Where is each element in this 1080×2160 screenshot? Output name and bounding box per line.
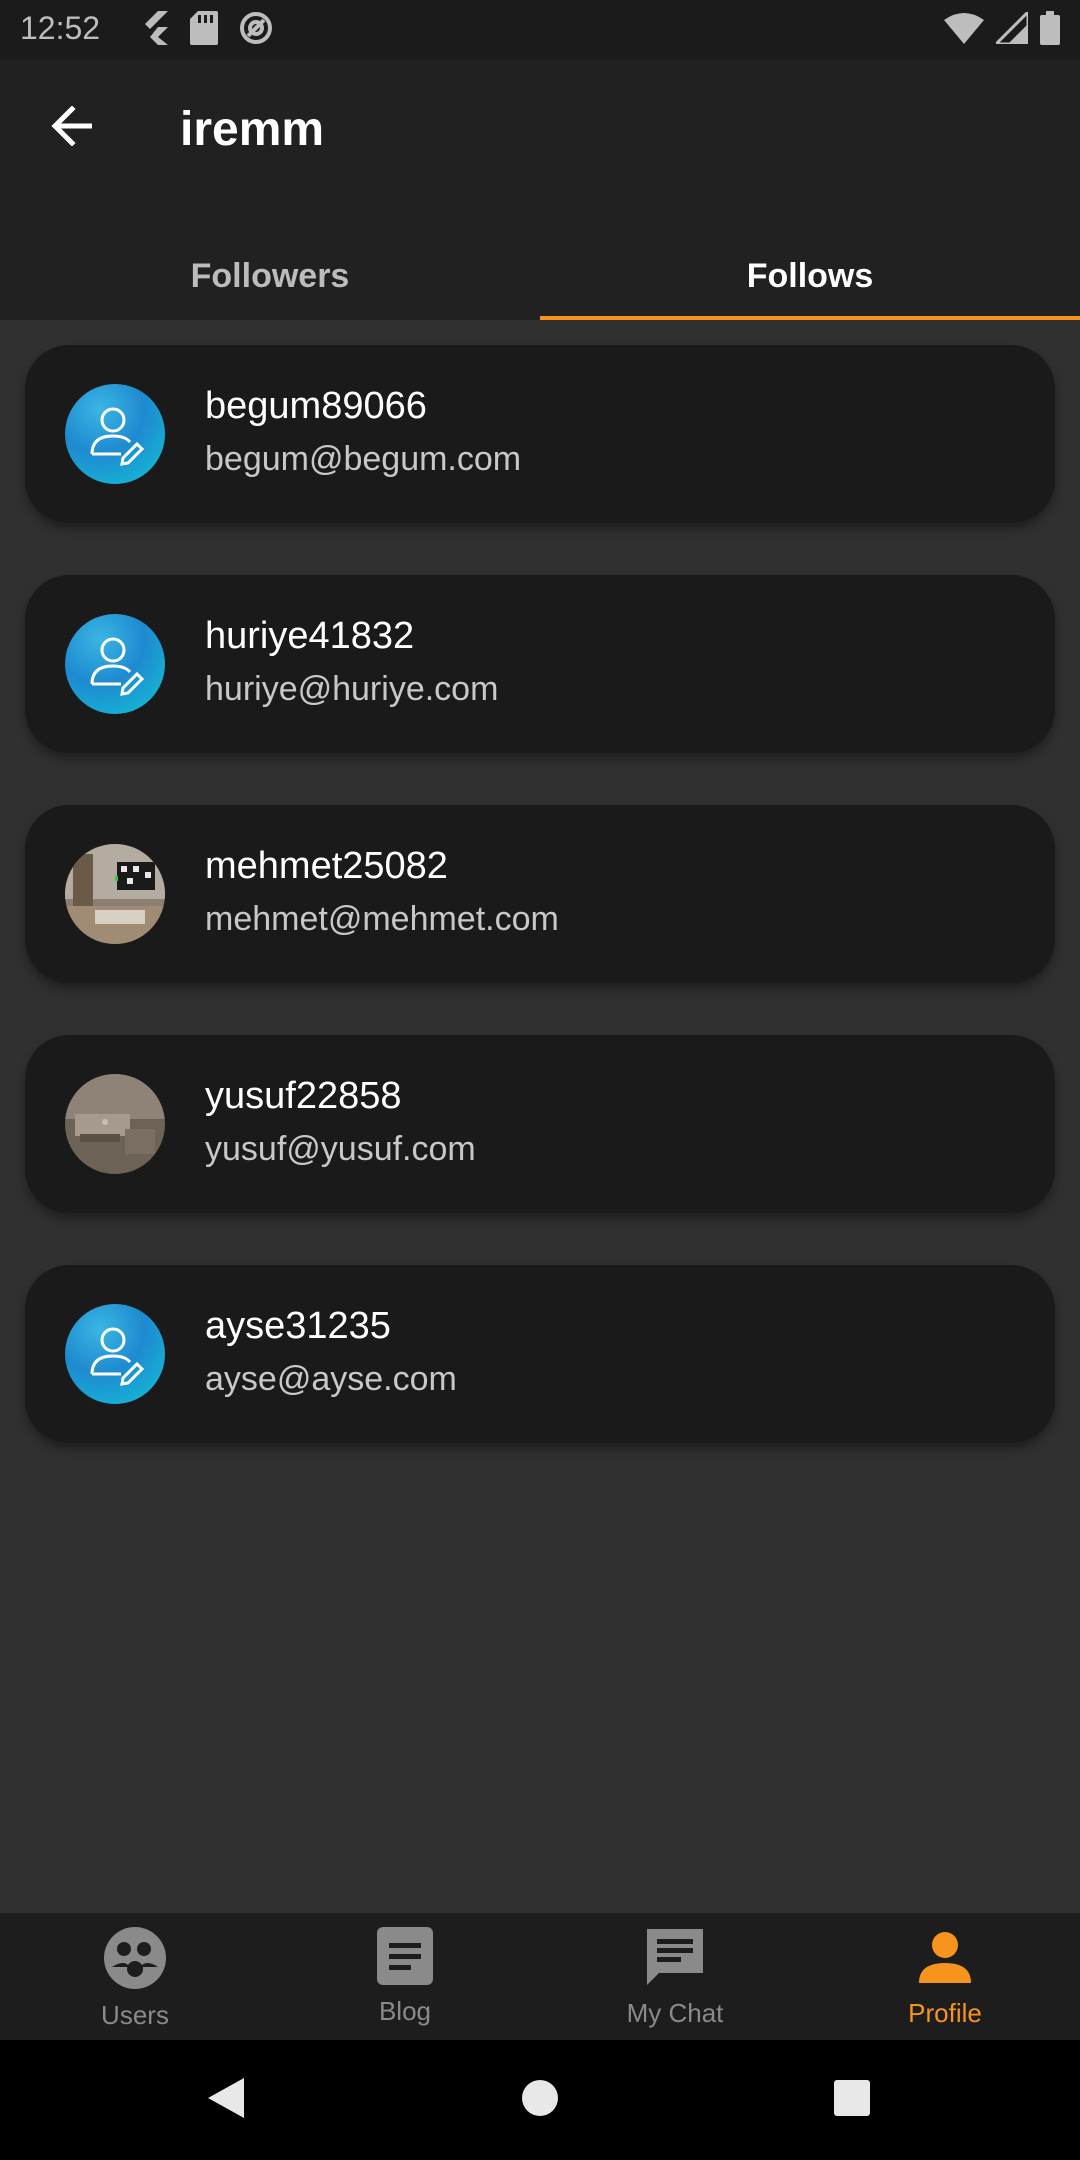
blog-icon bbox=[375, 1925, 435, 1992]
user-email: ayse@ayse.com bbox=[205, 1360, 457, 1398]
sync-icon bbox=[238, 10, 274, 51]
nav-label: Blog bbox=[378, 1996, 432, 2026]
square-recents-icon bbox=[832, 2078, 872, 2123]
user-edit-icon bbox=[90, 1327, 145, 1386]
bottom-navigation: Users Blog My Chat Profile bbox=[0, 1913, 1080, 2040]
sd-card-icon bbox=[190, 10, 218, 50]
tab-label: Followers bbox=[190, 257, 350, 295]
nav-my-chat[interactable]: My Chat bbox=[540, 1913, 810, 2040]
system-home-button[interactable] bbox=[510, 2070, 570, 2130]
list-item[interactable]: mehmet25082 mehmet@mehmet.com bbox=[25, 805, 1055, 983]
user-name: ayse31235 bbox=[205, 1305, 391, 1347]
signal-icon bbox=[992, 7, 1030, 49]
nav-label: Profile bbox=[908, 1998, 982, 2028]
wifi-icon bbox=[944, 12, 984, 49]
tab-bar: Followers Follows bbox=[0, 235, 1080, 320]
flutter-icon bbox=[140, 10, 170, 50]
nav-blog[interactable]: Blog bbox=[270, 1913, 540, 2040]
page-title: iremm bbox=[180, 103, 325, 156]
user-name: yusuf22858 bbox=[205, 1075, 402, 1117]
tab-follows[interactable]: Follows bbox=[540, 235, 1080, 320]
avatar bbox=[65, 614, 165, 714]
triangle-back-icon bbox=[206, 2076, 246, 2125]
nav-label: Users bbox=[101, 2000, 169, 2030]
user-name: mehmet25082 bbox=[205, 845, 448, 887]
avatar bbox=[65, 384, 165, 484]
user-email: mehmet@mehmet.com bbox=[205, 900, 559, 938]
tab-label: Follows bbox=[746, 257, 874, 295]
list-item[interactable]: yusuf22858 yusuf@yusuf.com bbox=[25, 1035, 1055, 1213]
tab-followers[interactable]: Followers bbox=[0, 235, 540, 320]
user-name: begum89066 bbox=[205, 385, 427, 427]
app-bar: iremm Followers Follows bbox=[0, 60, 1080, 320]
room-photo bbox=[65, 1074, 165, 1174]
back-button[interactable] bbox=[36, 92, 108, 164]
system-back-button[interactable] bbox=[196, 2070, 256, 2130]
avatar bbox=[65, 1304, 165, 1404]
chat-icon bbox=[643, 1925, 707, 1994]
system-navigation-bar bbox=[0, 2040, 1080, 2160]
avatar bbox=[65, 1074, 165, 1174]
system-recents-button[interactable] bbox=[822, 2070, 882, 2130]
user-email: begum@begum.com bbox=[205, 440, 522, 478]
circle-home-icon bbox=[520, 2078, 560, 2123]
avatar bbox=[65, 844, 165, 944]
follows-list: begum89066 begum@begum.com huriye41832 h… bbox=[25, 345, 1055, 1495]
user-edit-icon bbox=[90, 637, 145, 696]
status-time: 12:52 bbox=[20, 10, 101, 46]
user-email: huriye@huriye.com bbox=[205, 670, 499, 708]
status-icons-right bbox=[944, 7, 1060, 50]
user-edit-icon bbox=[90, 407, 145, 466]
list-item[interactable]: begum89066 begum@begum.com bbox=[25, 345, 1055, 523]
room-photo bbox=[65, 844, 165, 944]
status-icons-left bbox=[140, 10, 274, 51]
arrow-back-icon bbox=[50, 104, 94, 151]
person-icon bbox=[913, 1925, 977, 1994]
status-bar: 12:52 bbox=[0, 0, 1080, 60]
nav-users[interactable]: Users bbox=[0, 1913, 270, 2040]
list-item[interactable]: huriye41832 huriye@huriye.com bbox=[25, 575, 1055, 753]
battery-icon bbox=[1040, 10, 1060, 50]
nav-profile[interactable]: Profile bbox=[810, 1913, 1080, 2040]
list-item[interactable]: ayse31235 ayse@ayse.com bbox=[25, 1265, 1055, 1443]
user-email: yusuf@yusuf.com bbox=[205, 1130, 476, 1168]
nav-label: My Chat bbox=[626, 1998, 724, 2028]
users-icon bbox=[102, 1925, 168, 1996]
user-name: huriye41832 bbox=[205, 615, 415, 657]
